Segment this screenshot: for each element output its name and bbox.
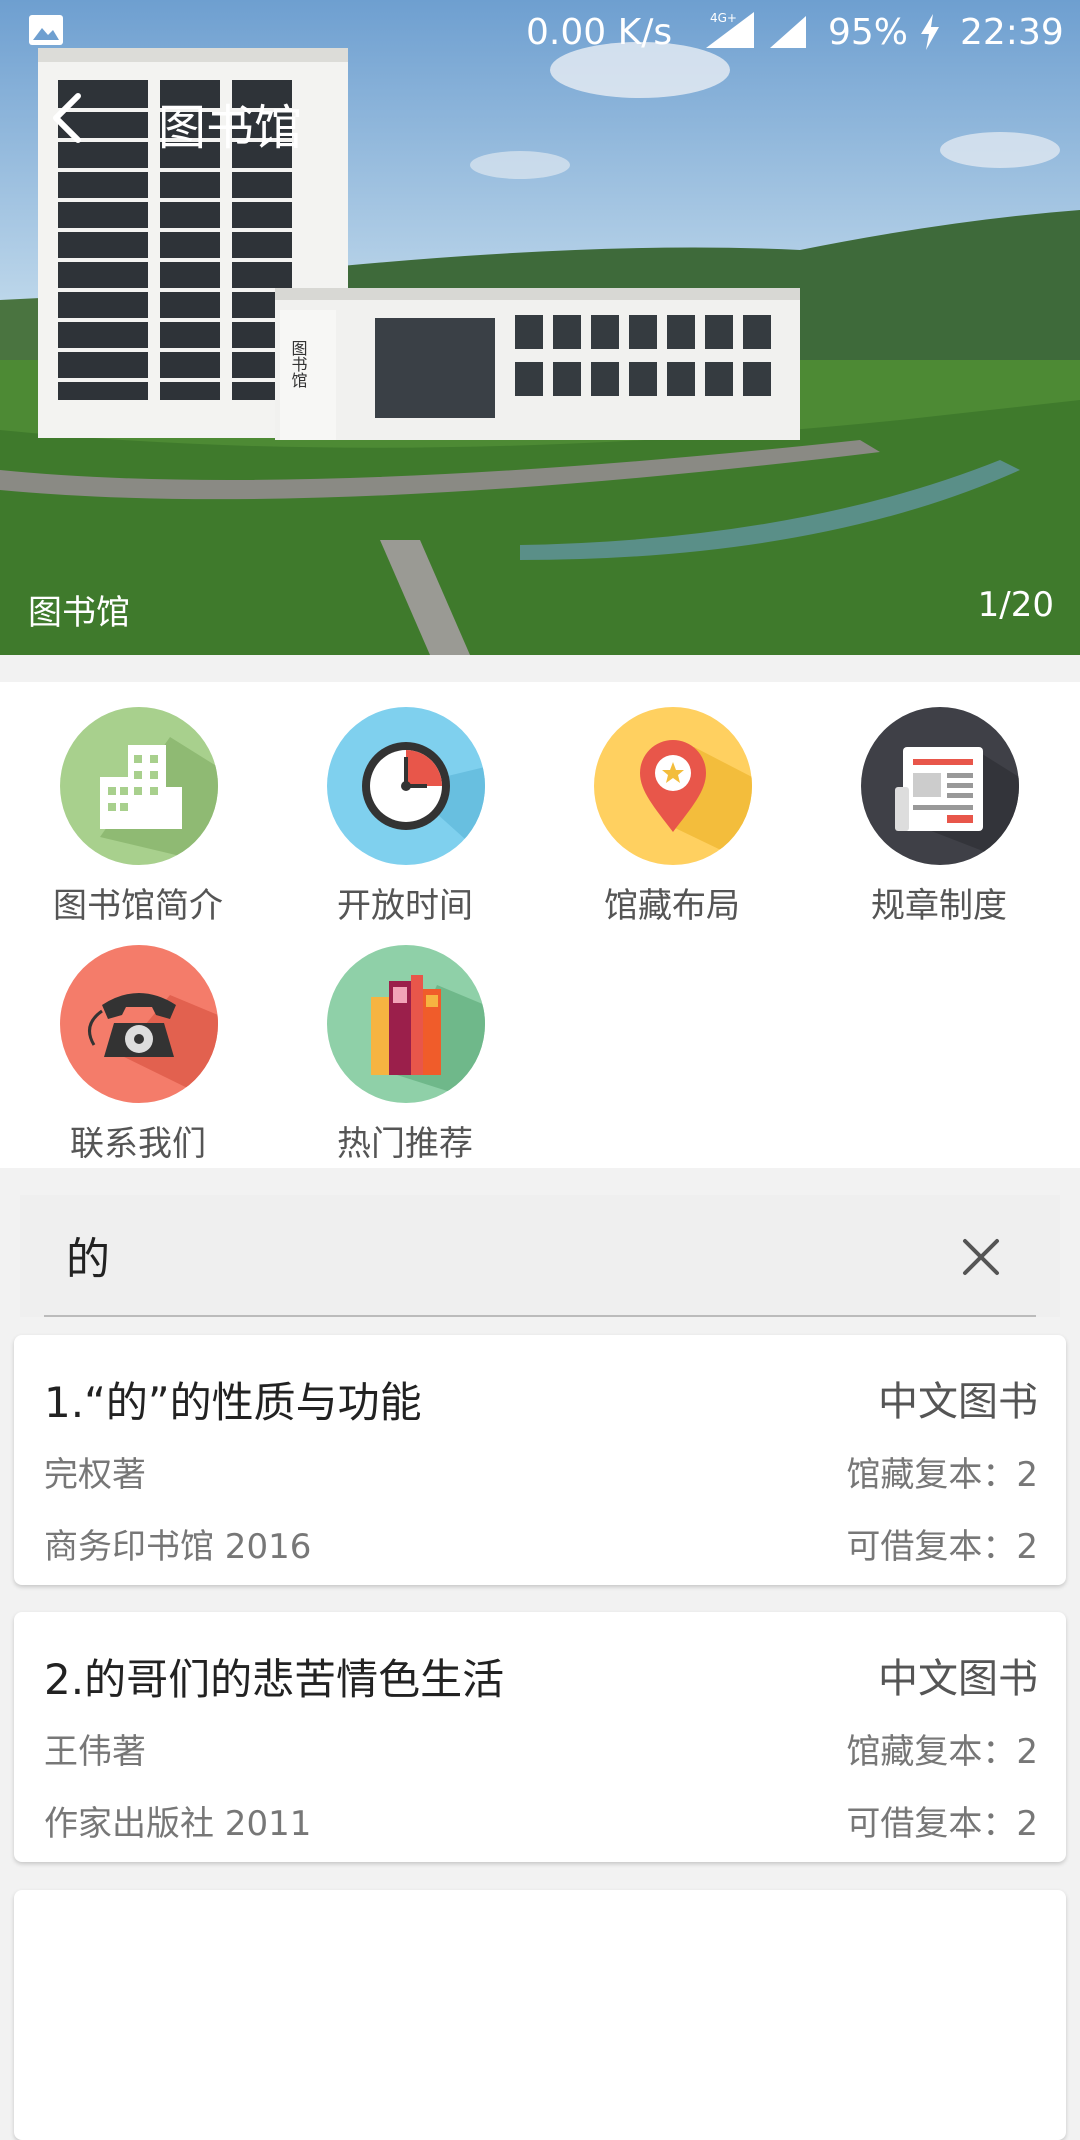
signal-icon: 4G+	[706, 11, 806, 48]
book-holdings: 馆藏复本：2	[846, 1732, 1038, 1772]
building-icon	[60, 707, 218, 865]
status-bar: 0.00 K/s 4G+ 95% 22:39	[0, 0, 1080, 62]
result-card[interactable]: 1.“的”的性质与功能 中文图书 完权著 馆藏复本：2 商务印书馆 2016 可…	[14, 1335, 1066, 1585]
book-holdings: 馆藏复本：2	[846, 1455, 1038, 1495]
page-title: 图书馆	[158, 100, 303, 156]
result-card[interactable]	[14, 1890, 1066, 2140]
books-icon	[327, 945, 485, 1103]
search-field[interactable]: 的	[20, 1195, 1060, 1317]
book-publisher: 商务印书馆 2016	[44, 1527, 312, 1567]
clock-icon	[327, 707, 485, 865]
gallery-icon	[29, 15, 63, 45]
book-author: 王伟著	[44, 1732, 146, 1772]
feature-contact-us[interactable]: 联系我们	[3, 930, 273, 1164]
book-type: 中文图书	[878, 1656, 1038, 1702]
book-author: 完权著	[44, 1455, 146, 1495]
book-title: 1.“的”的性质与功能	[44, 1378, 422, 1427]
location-pin-icon	[594, 707, 752, 865]
feature-collection-layout[interactable]: 馆藏布局	[537, 692, 807, 926]
book-type: 中文图书	[878, 1379, 1038, 1425]
charging-icon	[921, 14, 939, 50]
book-available: 可借复本：2	[846, 1527, 1038, 1567]
battery-level: 95%	[828, 12, 909, 53]
banner-caption: 图书馆	[28, 593, 130, 633]
feature-regulations[interactable]: 规章制度	[804, 692, 1074, 926]
search-input[interactable]: 的	[66, 1223, 110, 1287]
book-publisher: 作家出版社 2011	[44, 1804, 312, 1844]
svg-text:图书馆: 图书馆	[289, 340, 308, 388]
result-card[interactable]: 2.的哥们的悲苦情色生活 中文图书 王伟著 馆藏复本：2 作家出版社 2011 …	[14, 1612, 1066, 1862]
banner-carousel[interactable]: 图书馆 0.00 K/s 4G+ 95% 22:39 图书馆 图书馆 1/20	[0, 0, 1080, 655]
book-available: 可借复本：2	[846, 1804, 1038, 1844]
banner-counter: 1/20	[977, 585, 1054, 625]
close-icon[interactable]	[955, 1231, 1007, 1283]
clock-time: 22:39	[960, 12, 1064, 53]
book-title: 2.的哥们的悲苦情色生活	[44, 1655, 505, 1704]
search-underline	[44, 1315, 1036, 1317]
feature-library-intro[interactable]: 图书馆简介	[3, 692, 273, 926]
telephone-icon	[60, 945, 218, 1103]
feature-grid: 图书馆简介 开放时间 馆藏布局 规章制度 联系我们 热门推荐	[0, 682, 1080, 1168]
net-speed: 0.00 K/s	[526, 12, 673, 53]
feature-opening-hours[interactable]: 开放时间	[270, 692, 540, 926]
svg-text:4G+: 4G+	[710, 11, 737, 25]
back-arrow-icon[interactable]	[40, 88, 100, 148]
newspaper-icon	[861, 707, 1019, 865]
feature-hot-recommendations[interactable]: 热门推荐	[270, 930, 540, 1164]
